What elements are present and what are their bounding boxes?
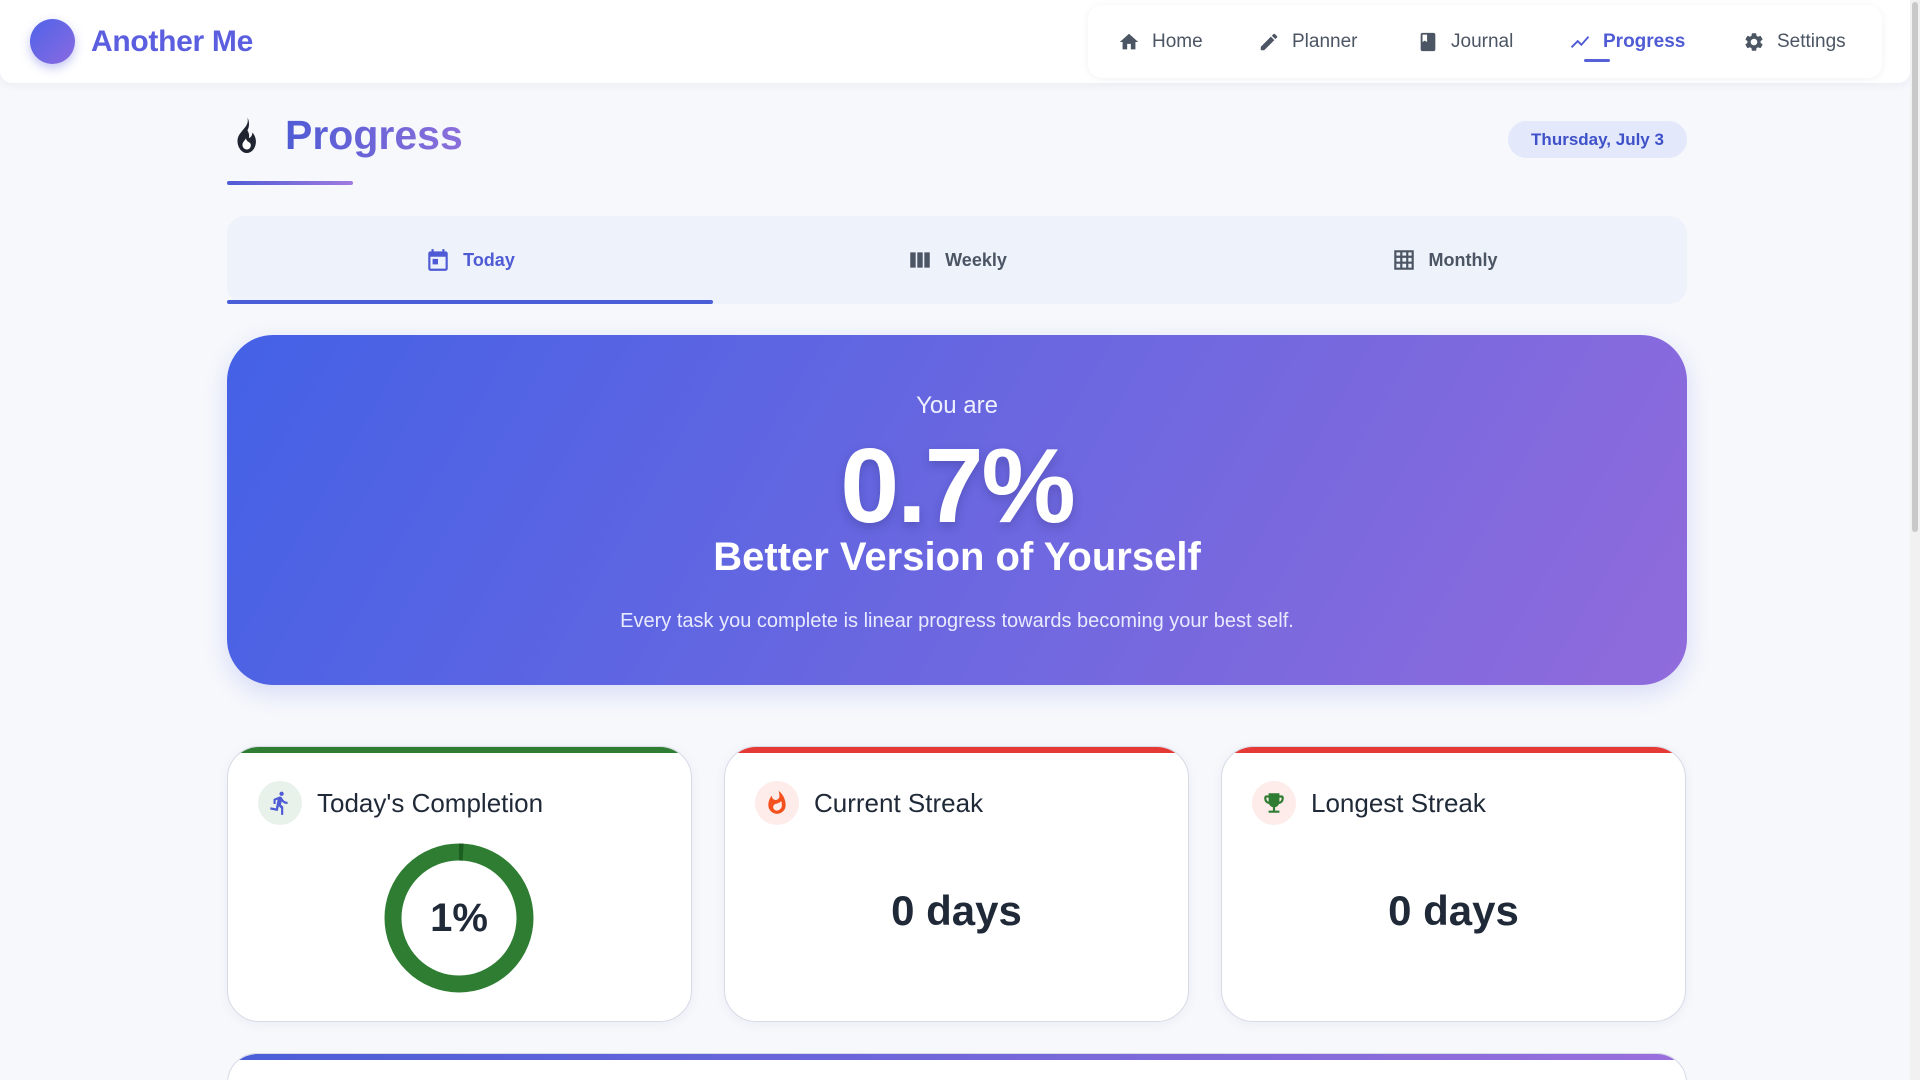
card-title: Today's Completion (317, 787, 544, 818)
card-icon-badge (258, 781, 302, 825)
scrollbar-thumb[interactable] (1912, 2, 1918, 532)
tab-today[interactable]: Today (227, 216, 713, 304)
nav-item-label: Journal (1451, 30, 1514, 52)
card-accent-bar (228, 1054, 1686, 1060)
brand-logo (30, 19, 75, 64)
todays-completion-card: Today's Completion 1% (227, 746, 692, 1022)
book-icon (1420, 32, 1436, 51)
card-title: Longest Streak (1311, 787, 1486, 818)
card-header: Current Streak (755, 781, 983, 825)
brand-name: Another Me (91, 24, 254, 58)
pencil-icon (1260, 33, 1278, 50)
tab-label: Monthly (1428, 249, 1498, 270)
tab-monthly[interactable]: Monthly (1201, 216, 1687, 304)
period-tabs: Today Weekly Monthly (227, 216, 1687, 304)
longest-streak-card: Longest Streak 0 days (1221, 746, 1686, 1022)
completion-value: 1% (430, 895, 488, 940)
nav-item-planner[interactable]: Planner (1258, 5, 1358, 78)
tab-weekly[interactable]: Weekly (714, 216, 1200, 304)
nav-item-label: Planner (1292, 30, 1358, 52)
flame-icon (237, 117, 256, 153)
nav-item-label: Settings (1777, 30, 1846, 52)
current-streak-value: 0 days (891, 887, 1022, 934)
tab-active-indicator (227, 300, 713, 304)
card-title: Current Streak (814, 787, 984, 818)
home-icon (1119, 33, 1139, 49)
date-badge: Thursday, July 3 (1508, 121, 1687, 158)
calendar-icon (428, 249, 448, 271)
card-accent-bar (228, 747, 691, 753)
card-icon-badge (755, 781, 799, 825)
card-icon-badge (1252, 781, 1296, 825)
tab-label: Today (463, 249, 515, 270)
nav-item-settings[interactable]: Settings (1743, 5, 1846, 78)
card-accent-bar (1222, 747, 1685, 753)
main-nav: Home Planner Journal Progress Settings (1088, 5, 1882, 78)
hero-description: Every task you complete is linear progre… (620, 610, 1294, 632)
weekly-columns-icon (910, 252, 930, 268)
nav-item-progress[interactable]: Progress (1569, 5, 1685, 78)
gear-icon (1745, 32, 1763, 51)
hero-pretext: You are (916, 392, 998, 419)
tab-label: Weekly (945, 249, 1007, 270)
hero-title: Better Version of Yourself (713, 535, 1201, 579)
nav-item-home[interactable]: Home (1118, 5, 1203, 78)
page-title: Progress (285, 112, 463, 158)
top-navigation-bar: Another Me Home Planner Journal Progress… (0, 0, 1910, 83)
brand[interactable]: Another Me (30, 19, 253, 64)
grid-icon (1393, 250, 1414, 270)
running-icon (270, 791, 288, 815)
page-heading: Progress (229, 112, 463, 159)
card-header: Longest Streak (1252, 781, 1486, 825)
hero-percentage: 0.7% (840, 427, 1076, 545)
nav-item-label: Progress (1603, 30, 1686, 52)
trophy-icon (1264, 793, 1284, 813)
progress-hero-banner: You are 0.7% Better Version of Yourself … (227, 335, 1687, 685)
nav-item-label: Home (1152, 30, 1203, 52)
fire-icon (768, 790, 786, 814)
next-section-card (227, 1053, 1687, 1080)
card-header: Today's Completion (258, 781, 543, 825)
longest-streak-value: 0 days (1388, 887, 1519, 934)
nav-item-journal[interactable]: Journal (1417, 5, 1513, 78)
card-accent-bar (725, 747, 1188, 753)
trending-up-icon (1570, 35, 1590, 48)
page-title-underline (227, 181, 353, 185)
nav-active-indicator (1584, 59, 1610, 62)
current-streak-card: Current Streak 0 days (724, 746, 1189, 1022)
